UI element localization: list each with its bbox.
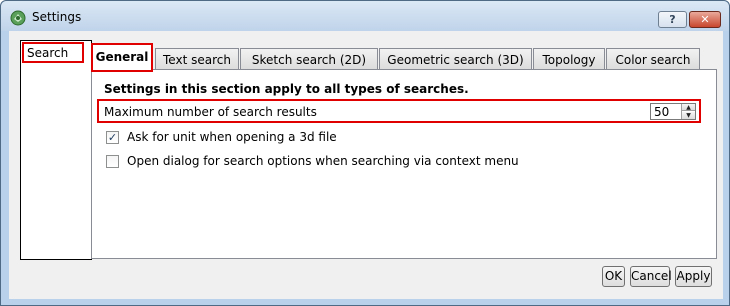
- ask-unit-checkbox[interactable]: ✓: [106, 130, 119, 144]
- app-icon: [10, 10, 26, 26]
- tab-topology[interactable]: Topology: [533, 48, 605, 71]
- chevron-up-icon: ▲: [686, 104, 691, 111]
- apply-button[interactable]: Apply: [675, 266, 712, 287]
- help-icon: ?: [669, 13, 676, 26]
- cancel-button[interactable]: Cancel: [630, 266, 672, 287]
- tab-sketch-search[interactable]: Sketch search (2D): [240, 48, 378, 71]
- spin-up-button[interactable]: ▲: [682, 104, 695, 111]
- ask-unit-label: Ask for unit when opening a 3d file: [127, 130, 337, 144]
- tab-label: Geometric search (3D): [387, 53, 524, 67]
- settings-window: Settings ? ✕ Search General Text search …: [0, 0, 730, 306]
- ask-unit-option[interactable]: ✓ Ask for unit when opening a 3d file: [106, 130, 337, 144]
- section-heading: Settings in this section apply to all ty…: [104, 82, 469, 96]
- settings-category-list[interactable]: Search: [20, 40, 92, 260]
- tab-geometric-search[interactable]: Geometric search (3D): [379, 48, 532, 71]
- tab-label: Sketch search (2D): [251, 53, 367, 67]
- context-menu-dialog-option[interactable]: Open dialog for search options when sear…: [106, 154, 519, 168]
- context-menu-dialog-checkbox[interactable]: [106, 154, 119, 168]
- category-item-search[interactable]: Search: [22, 42, 84, 63]
- tab-label: Topology: [542, 53, 596, 67]
- spin-down-button[interactable]: ▼: [682, 112, 695, 119]
- close-icon: ✕: [700, 13, 710, 26]
- tab-label: Text search: [163, 53, 231, 67]
- help-button[interactable]: ?: [658, 11, 687, 28]
- tab-text-search[interactable]: Text search: [155, 48, 239, 71]
- tab-general[interactable]: General: [91, 43, 153, 72]
- dialog-body: Search General Text search Sketch search…: [9, 31, 723, 299]
- max-results-label: Maximum number of search results: [104, 105, 317, 119]
- category-item-label: Search: [27, 46, 69, 60]
- max-results-value[interactable]: 50: [654, 105, 669, 119]
- max-results-row: Maximum number of search results 50 ▲ ▼: [97, 99, 701, 123]
- checkmark-icon: ✓: [107, 130, 118, 144]
- tab-label: Color search: [615, 53, 691, 67]
- max-results-spinbox[interactable]: 50 ▲ ▼: [650, 103, 696, 120]
- title-bar[interactable]: Settings ? ✕: [1, 1, 729, 31]
- window-title: Settings: [32, 10, 82, 24]
- context-menu-dialog-label: Open dialog for search options when sear…: [127, 154, 519, 168]
- spin-buttons: ▲ ▼: [681, 104, 695, 119]
- ok-button[interactable]: OK: [602, 266, 625, 287]
- general-tab-panel: Settings in this section apply to all ty…: [91, 69, 717, 259]
- tab-color-search[interactable]: Color search: [606, 48, 700, 71]
- close-button[interactable]: ✕: [689, 11, 721, 28]
- tab-label: General: [95, 50, 149, 64]
- chevron-down-icon: ▼: [686, 112, 691, 119]
